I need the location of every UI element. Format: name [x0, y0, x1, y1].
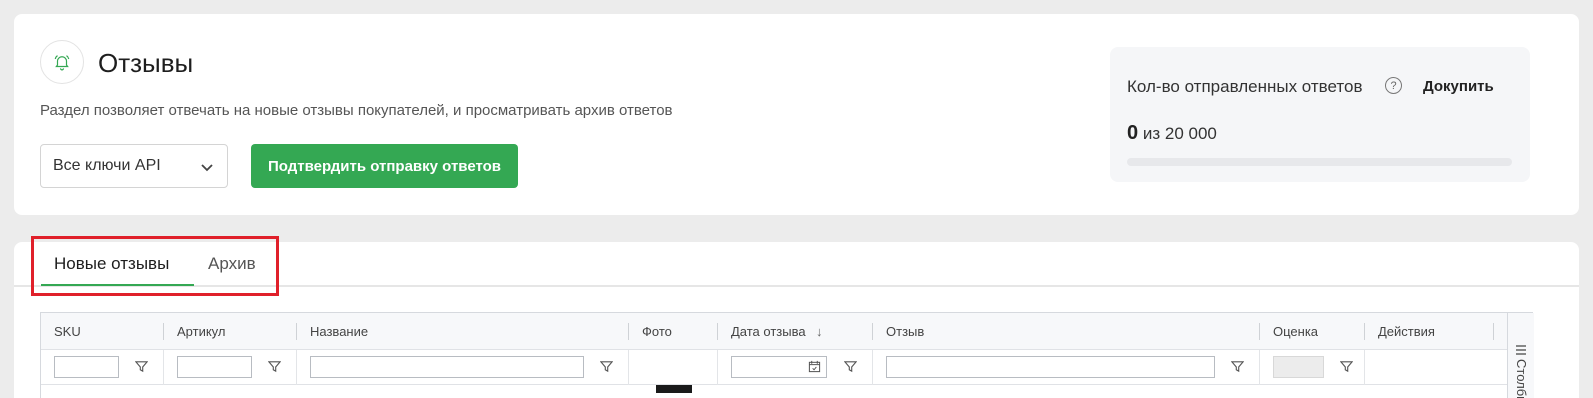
column-resizer[interactable]	[163, 323, 164, 340]
page-title: Отзывы	[98, 48, 194, 78]
filter-icon[interactable]	[600, 360, 613, 373]
column-resizer[interactable]	[1364, 323, 1365, 340]
reviews-card: Новые отзывы Архив SKU Артикул Название …	[14, 236, 1579, 398]
column-header-article[interactable]: Артикул	[177, 324, 225, 339]
columns-panel-toggle[interactable]: Столбцы	[1507, 313, 1534, 398]
column-header-review[interactable]: Отзыв	[886, 324, 924, 339]
sort-desc-icon[interactable]: ↓	[816, 324, 823, 339]
chevron-down-icon	[201, 164, 213, 172]
article-filter-input[interactable]	[177, 356, 252, 378]
tab-new-reviews[interactable]: Новые отзывы	[54, 254, 169, 274]
name-filter-input[interactable]	[310, 356, 584, 378]
help-icon[interactable]: ?	[1385, 77, 1402, 94]
sku-filter-input[interactable]	[54, 356, 119, 378]
menu-icon	[1516, 345, 1526, 355]
confirm-send-button[interactable]: Подтвердить отправку ответов	[251, 144, 518, 188]
filter-divider	[628, 350, 629, 385]
filter-divider	[296, 350, 297, 385]
column-header-sku[interactable]: SKU	[54, 324, 81, 339]
tabs-divider	[14, 285, 1579, 287]
filter-divider	[163, 350, 164, 385]
filter-divider	[1364, 350, 1365, 385]
filter-divider	[1259, 350, 1260, 385]
quota-progress-bar	[1127, 158, 1512, 166]
tab-archive[interactable]: Архив	[208, 254, 256, 274]
quota-count: 0 из 20 000	[1127, 122, 1217, 145]
column-resizer[interactable]	[628, 323, 629, 340]
buy-more-link[interactable]: Докупить	[1423, 78, 1494, 95]
quota-panel: Кол-во отправленных ответов ? Докупить 0…	[1110, 47, 1530, 182]
filter-row	[41, 350, 1507, 385]
filter-icon[interactable]	[135, 360, 148, 373]
column-resizer[interactable]	[1493, 323, 1494, 340]
filter-icon[interactable]	[268, 360, 281, 373]
filter-icon[interactable]	[1340, 360, 1353, 373]
quota-total: из 20 000	[1142, 124, 1217, 143]
filter-divider	[717, 350, 718, 385]
column-header-photo[interactable]: Фото	[642, 324, 672, 339]
calendar-icon[interactable]	[808, 360, 821, 373]
quota-used: 0	[1127, 122, 1139, 144]
filter-divider	[872, 350, 873, 385]
review-filter-input[interactable]	[886, 356, 1215, 378]
bell-icon	[40, 40, 84, 84]
column-resizer[interactable]	[296, 323, 297, 340]
reviews-table: SKU Артикул Название Фото Дата отзыва ↓ …	[40, 312, 1534, 398]
api-key-select-value: Все ключи API	[53, 157, 161, 174]
filter-icon[interactable]	[1231, 360, 1244, 373]
date-filter-input[interactable]	[731, 356, 827, 378]
column-header-review-date[interactable]: Дата отзыва	[731, 324, 806, 339]
active-tab-indicator	[41, 284, 194, 286]
column-resizer[interactable]	[717, 323, 718, 340]
table-header: SKU Артикул Название Фото Дата отзыва ↓ …	[41, 313, 1507, 350]
column-header-name[interactable]: Название	[310, 324, 368, 339]
column-resizer[interactable]	[872, 323, 873, 340]
page-description: Раздел позволяет отвечать на новые отзыв…	[40, 102, 673, 119]
columns-panel-label: Столбцы	[1514, 359, 1529, 398]
api-key-select[interactable]: Все ключи API	[40, 144, 228, 188]
rating-filter-input[interactable]	[1273, 356, 1324, 378]
product-photo-thumbnail[interactable]	[656, 385, 692, 393]
column-header-actions[interactable]: Действия	[1378, 324, 1435, 339]
header-card: Отзывы Раздел позволяет отвечать на новы…	[14, 14, 1579, 215]
column-resizer[interactable]	[1259, 323, 1260, 340]
filter-icon[interactable]	[844, 360, 857, 373]
quota-label: Кол-во отправленных ответов	[1127, 77, 1363, 96]
column-header-rating[interactable]: Оценка	[1273, 324, 1318, 339]
